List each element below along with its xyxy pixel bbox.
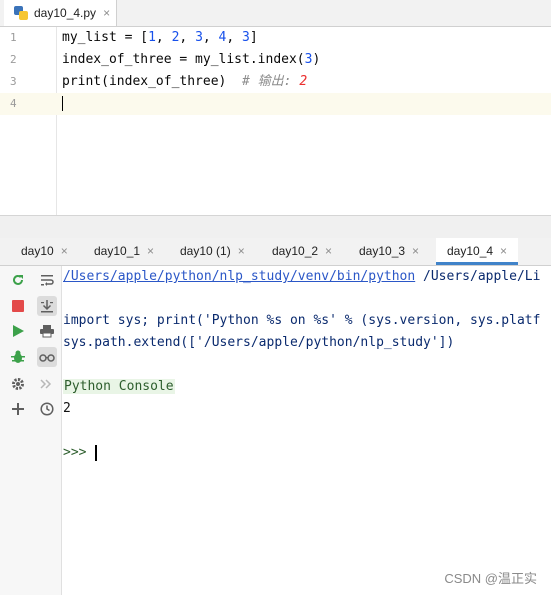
code-text: , bbox=[226, 30, 243, 45]
tab-label: day10 (1) bbox=[180, 244, 231, 258]
interpreter-path-link[interactable]: /Users/apple/python/nlp_study/venv/bin/p… bbox=[63, 269, 415, 284]
text-cursor bbox=[95, 444, 98, 461]
console-import-line: import sys; print('Python %s on %s' % (s… bbox=[63, 313, 541, 328]
code-line-3[interactable]: print(index_of_three) # 输出: 2 bbox=[62, 71, 307, 93]
add-icon[interactable] bbox=[8, 399, 28, 419]
python-file-icon bbox=[14, 6, 28, 20]
line-number: 3 bbox=[10, 75, 17, 88]
console-output-result: 2 bbox=[63, 401, 71, 416]
editor-tab-bar: day10_4.py × bbox=[0, 0, 551, 27]
history-icon[interactable] bbox=[37, 399, 57, 419]
number-literal: 3 bbox=[242, 30, 250, 45]
run-icon[interactable] bbox=[8, 321, 28, 341]
print-icon[interactable] bbox=[37, 321, 57, 341]
console-toolbar-left bbox=[0, 266, 35, 595]
code-text: , bbox=[155, 30, 172, 45]
text-cursor bbox=[62, 96, 63, 111]
show-variables-icon[interactable] bbox=[37, 347, 57, 367]
code-text: , bbox=[179, 30, 196, 45]
close-icon[interactable]: × bbox=[500, 244, 507, 258]
execute-arrows-icon bbox=[37, 374, 57, 394]
scroll-to-end-icon[interactable] bbox=[37, 296, 57, 316]
code-line-4[interactable] bbox=[62, 93, 63, 115]
tab-label: day10 bbox=[21, 244, 54, 258]
console-input-line[interactable]: >>> bbox=[63, 442, 98, 464]
active-tab-indicator bbox=[436, 262, 519, 265]
tab-label: day10_4 bbox=[447, 244, 494, 258]
close-icon[interactable]: × bbox=[325, 244, 332, 258]
current-line-highlight bbox=[0, 93, 551, 115]
console-path-line: sys.path.extend(['/Users/apple/python/nl… bbox=[63, 335, 455, 350]
code-text: my_list = [ bbox=[62, 30, 149, 45]
code-text: index_of_three = my_list.index( bbox=[62, 52, 305, 67]
line-number: 1 bbox=[10, 31, 17, 44]
watermark: CSDN @温正实 bbox=[444, 571, 537, 586]
editor-tab-label: day10_4.py bbox=[34, 6, 97, 20]
console-prompt: >>> bbox=[63, 445, 87, 460]
soft-wrap-icon[interactable] bbox=[37, 270, 57, 290]
close-icon[interactable]: × bbox=[147, 244, 154, 258]
console-tab-day10-3[interactable]: day10_3 × bbox=[359, 238, 419, 265]
close-icon[interactable]: × bbox=[61, 244, 68, 258]
gear-icon[interactable] bbox=[8, 374, 28, 394]
line-number: 2 bbox=[10, 53, 17, 66]
console-tab-bar: day10 × day10_1 × day10 (1) × day10_2 × day1… bbox=[0, 238, 551, 266]
console-tab-day10-2[interactable]: day10_2 × bbox=[272, 238, 332, 265]
console-command-line: /Users/apple/python/nlp_study/venv/bin/p… bbox=[63, 266, 540, 288]
line-number: 4 bbox=[10, 97, 17, 110]
code-text: , bbox=[202, 30, 219, 45]
code-editor[interactable]: 1 2 3 4 my_list = [1, 2, 3, 4, 3] index_… bbox=[0, 27, 551, 215]
python-console[interactable]: /Users/apple/python/nlp_study/venv/bin/p… bbox=[0, 266, 551, 595]
rerun-icon[interactable] bbox=[8, 270, 28, 290]
console-banner: Python Console bbox=[63, 379, 175, 394]
number-literal: 3 bbox=[195, 30, 203, 45]
tab-label: day10_1 bbox=[94, 244, 141, 258]
code-text: ) bbox=[312, 52, 321, 67]
tab-label: day10_3 bbox=[359, 244, 406, 258]
code-text: ] bbox=[249, 30, 258, 45]
stop-icon[interactable] bbox=[8, 296, 28, 316]
console-toolbar-right bbox=[34, 266, 62, 595]
editor-tab-day10-4[interactable]: day10_4.py × bbox=[4, 0, 117, 26]
console-tab-day10[interactable]: day10 × bbox=[21, 238, 68, 265]
number-literal: 1 bbox=[148, 30, 156, 45]
interpreter-args: /Users/apple/Li bbox=[415, 269, 541, 284]
console-tab-day10-4[interactable]: day10_4 × bbox=[436, 238, 519, 265]
code-text: print(index_of_three) bbox=[62, 74, 243, 89]
console-tab-day10-1[interactable]: day10_1 × bbox=[94, 238, 154, 265]
console-tab-day10-paren-1[interactable]: day10 (1) × bbox=[180, 238, 245, 265]
console-banner-line: Python Console bbox=[63, 376, 175, 398]
comment-text: # 输出: bbox=[242, 74, 300, 89]
close-icon[interactable]: × bbox=[412, 244, 419, 258]
code-line-2[interactable]: index_of_three = my_list.index(3) bbox=[62, 49, 320, 71]
close-icon[interactable]: × bbox=[103, 6, 110, 20]
code-line-1[interactable]: my_list = [1, 2, 3, 4, 3] bbox=[62, 27, 258, 49]
tab-label: day10_2 bbox=[272, 244, 319, 258]
panel-splitter[interactable] bbox=[0, 215, 551, 239]
debug-icon[interactable] bbox=[8, 347, 28, 367]
comment-number: 2 bbox=[299, 74, 308, 89]
close-icon[interactable]: × bbox=[238, 244, 245, 258]
